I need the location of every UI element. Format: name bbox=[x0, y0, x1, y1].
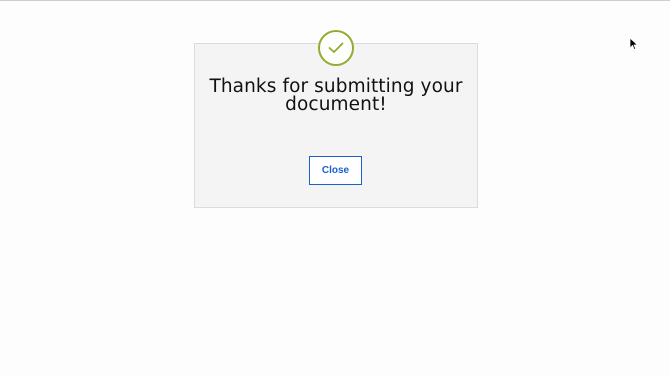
close-button[interactable]: Close bbox=[309, 156, 362, 185]
top-divider bbox=[0, 0, 670, 1]
checkmark-circle-icon bbox=[318, 30, 354, 66]
confirmation-title: Thanks for submitting your document! bbox=[209, 76, 463, 115]
mouse-cursor-icon bbox=[629, 37, 639, 51]
